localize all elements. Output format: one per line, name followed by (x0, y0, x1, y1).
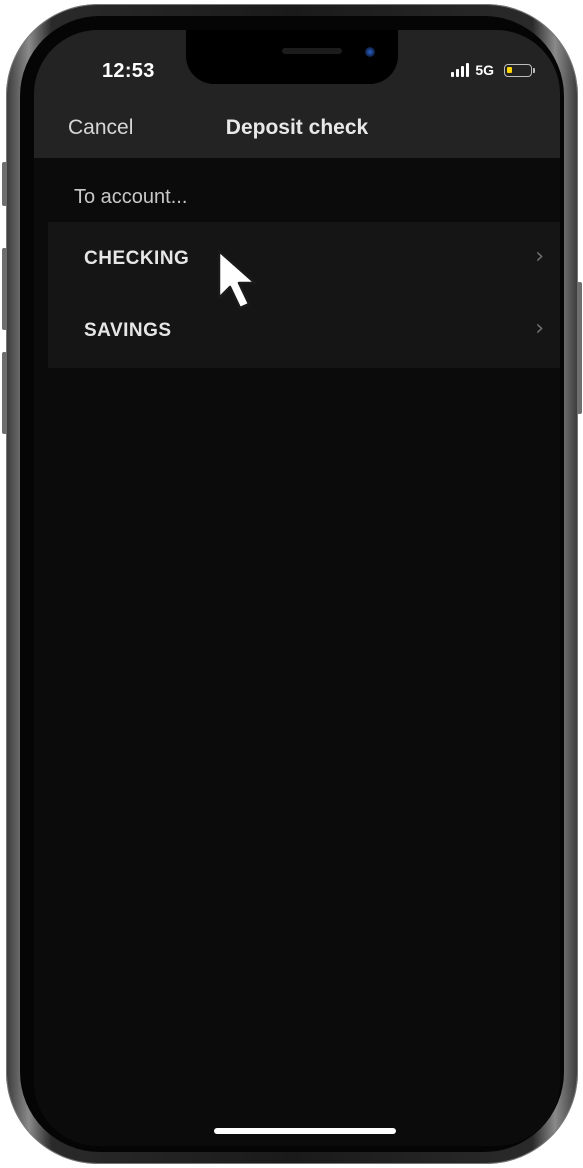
account-label: CHECKING (84, 248, 190, 269)
status-indicators: 5G (451, 62, 535, 78)
mouse-cursor-icon (217, 249, 257, 310)
page-title: Deposit check (225, 116, 369, 139)
network-type: 5G (475, 62, 494, 78)
volume-down-button (2, 352, 7, 434)
mute-switch (2, 162, 7, 206)
status-time: 12:53 (102, 60, 155, 82)
nav-bar: Cancel Deposit check (34, 100, 560, 158)
signal-icon (451, 63, 470, 77)
screen: 12:53 5G Cancel Deposit check To account… (34, 30, 560, 1146)
speaker (282, 48, 342, 54)
account-list: CHECKING › SAVINGS › (48, 222, 560, 368)
phone-frame: 12:53 5G Cancel Deposit check To account… (2, 4, 582, 1164)
power-button (577, 282, 582, 414)
chevron-right-icon: › (535, 316, 544, 341)
account-item-checking[interactable]: CHECKING › (48, 222, 560, 294)
chevron-right-icon: › (535, 244, 544, 269)
account-label: SAVINGS (84, 320, 172, 341)
volume-up-button (2, 248, 7, 330)
front-camera (365, 47, 375, 57)
battery-level (507, 66, 512, 73)
home-indicator[interactable] (214, 1128, 396, 1134)
account-item-savings[interactable]: SAVINGS › (48, 294, 560, 366)
section-header: To account... (74, 186, 188, 208)
notch (186, 30, 398, 84)
battery-icon (504, 63, 535, 77)
